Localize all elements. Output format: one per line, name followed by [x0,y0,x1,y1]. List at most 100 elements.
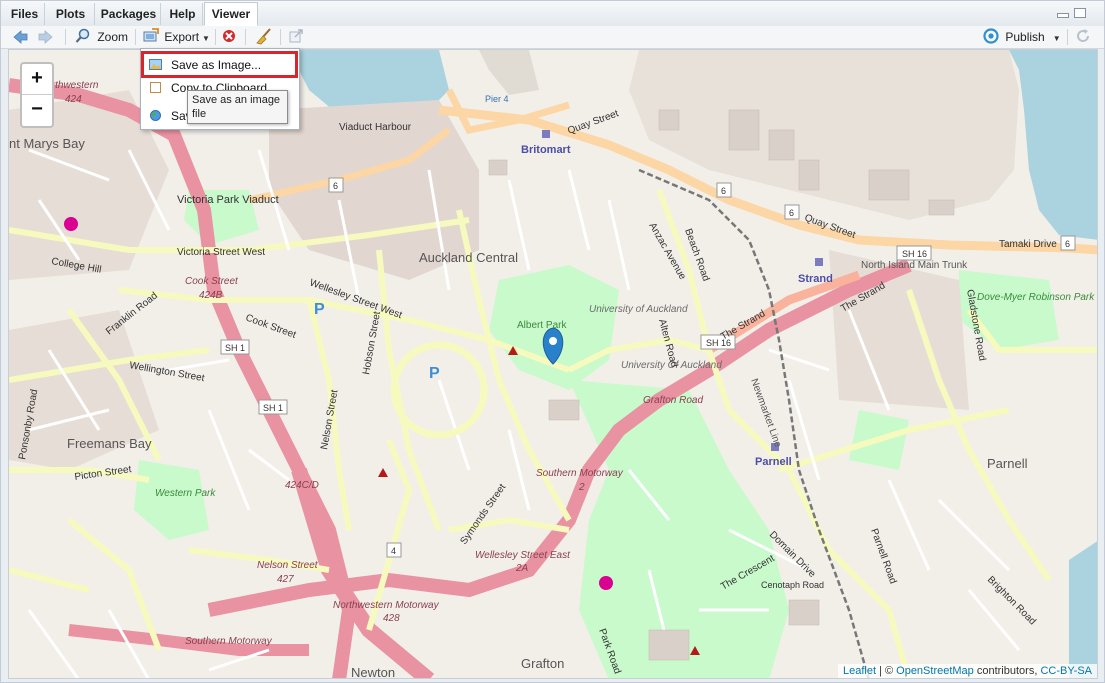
pier [479,50,539,95]
label-sh1: SH 1 [225,343,245,353]
globe-icon [150,110,161,121]
label-424cd: 424C/D [285,480,319,491]
label-victoria-street-west: Victoria Street West [177,247,265,258]
viewer-toolbar: Zoom Export ▼ Publish ▼ [1,26,1104,49]
leaflet-map[interactable]: P P Auckland Central Freemans Bay Parnel… [8,49,1098,679]
label-albert-park: Albert Park [517,320,567,331]
label-sh1b: SH 1 [263,403,283,413]
label-cook-street: Cook Street [244,312,298,340]
label-nelson-street-427: Nelson Street [257,560,319,571]
label-cenotaph-road: Cenotaph Road [761,580,824,590]
toolbar-separator [245,29,246,45]
map-tiles: P P Auckland Central Freemans Bay Parnel… [9,50,1097,679]
tab-packages[interactable]: Packages [97,3,161,25]
label-freemans-bay: Freemans Bay [67,436,152,451]
label-grafton: Grafton [521,656,564,671]
attribution-contributors: contributors, [973,665,1041,677]
label-sh16b: SH 16 [902,249,927,259]
highlight-annotation [141,51,298,78]
forward-button[interactable] [37,28,55,46]
publish-label: Publish [1005,30,1045,44]
maximize-icon[interactable] [1074,8,1086,18]
toolbar-separator [1067,29,1068,45]
label-424: 424 [65,94,82,105]
clear-button[interactable] [255,28,273,46]
publish-icon [983,28,999,44]
red-x-icon [223,30,235,42]
label-427: 427 [277,574,294,585]
toolbar-separator [215,29,216,45]
toolbar-separator [280,29,281,45]
tab-plots[interactable]: Plots [47,3,95,25]
leaflet-link[interactable]: Leaflet [843,665,876,677]
tooltip: Save as an image file [187,90,288,124]
label-university: University of Auckland [589,304,688,315]
label-dove-myer: Dove-Myer Robinson Park [977,292,1095,303]
publish-button[interactable]: Publish ▼ [983,28,1061,46]
zoom-label: Zoom [97,30,129,44]
tab-files[interactable]: Files [5,3,45,25]
label-newton: Newton [351,665,395,679]
label-2a: 2A [515,563,529,574]
label-route6a: 6 [333,181,338,191]
export-label: Export [164,30,200,44]
label-wellesley-street-east: Wellesley Street East [475,550,571,561]
label-route6c: 6 [789,208,794,218]
hospital-icon [599,576,613,590]
toolbar-separator [135,29,136,45]
label-route6b: 6 [721,186,726,196]
refresh-button[interactable] [1075,28,1091,46]
zoom-in-button[interactable]: + [22,64,52,95]
remove-button[interactable] [221,28,237,46]
label-quay-street: Quay Street [566,108,620,137]
export-button[interactable]: Export ▼ [143,28,210,46]
hobson-bay-water [1069,541,1097,678]
label-428: 428 [383,613,400,624]
label-sh16: SH 16 [706,338,731,348]
map-attribution: Leaflet | © OpenStreetMap contributors, … [837,664,1097,678]
license-link[interactable]: CC-BY-SA [1040,665,1092,677]
label-pier4: Pier 4 [485,94,509,104]
arrow-left-icon [13,30,28,44]
minimize-icon[interactable] [1057,13,1069,18]
osm-link[interactable]: OpenStreetMap [896,665,974,677]
attribution-separator: | © [876,665,897,677]
port-land [629,50,1019,220]
label-424b: 424B [199,290,223,301]
refresh-icon [1077,29,1090,42]
western-park [134,460,209,540]
label-western-park: Western Park [155,488,216,499]
label-hobson-street: Hobson Street [361,310,383,375]
magnifier-icon [75,28,90,43]
roundabout [390,341,488,439]
tab-viewer[interactable]: Viewer [204,2,258,26]
zoom-out-button[interactable]: − [22,95,52,125]
label-strand: Strand [798,273,833,285]
label-grafton-road: Grafton Road [643,395,703,406]
zoom-control: + − [20,62,54,128]
label-victoria-park-viaduct: Victoria Park Viaduct [177,194,279,206]
popout-button[interactable] [288,28,304,46]
tab-help[interactable]: Help [163,3,203,25]
zoom-button[interactable]: Zoom [75,28,128,46]
hospital-icon [64,217,78,231]
label-st-marys-bay: nt Marys Bay [9,136,85,151]
label-route6d: 6 [1065,239,1070,249]
chevron-down-icon: ▼ [202,34,210,43]
clipboard-icon [150,82,161,93]
station-icon [542,130,550,138]
label-parnell: Parnell [987,456,1028,471]
label-route4: 4 [391,546,396,556]
label-auckland-central: Auckland Central [419,250,518,265]
label-north-island-main-trunk: North Island Main Trunk [861,260,968,271]
peak-icon [378,468,388,477]
label-cook-street-424b: Cook Street [185,276,239,287]
viewer-pane: Files Plots Packages Help Viewer Zoom Ex… [0,0,1105,683]
toolbar-separator [65,29,66,45]
back-button[interactable] [11,28,29,46]
station-icon [815,258,823,266]
label-symonds-street: Symonds Street [458,482,508,547]
export-icon [143,28,159,42]
label-parnell-road: Parnell Road [868,527,898,585]
arrow-right-icon [38,30,53,44]
